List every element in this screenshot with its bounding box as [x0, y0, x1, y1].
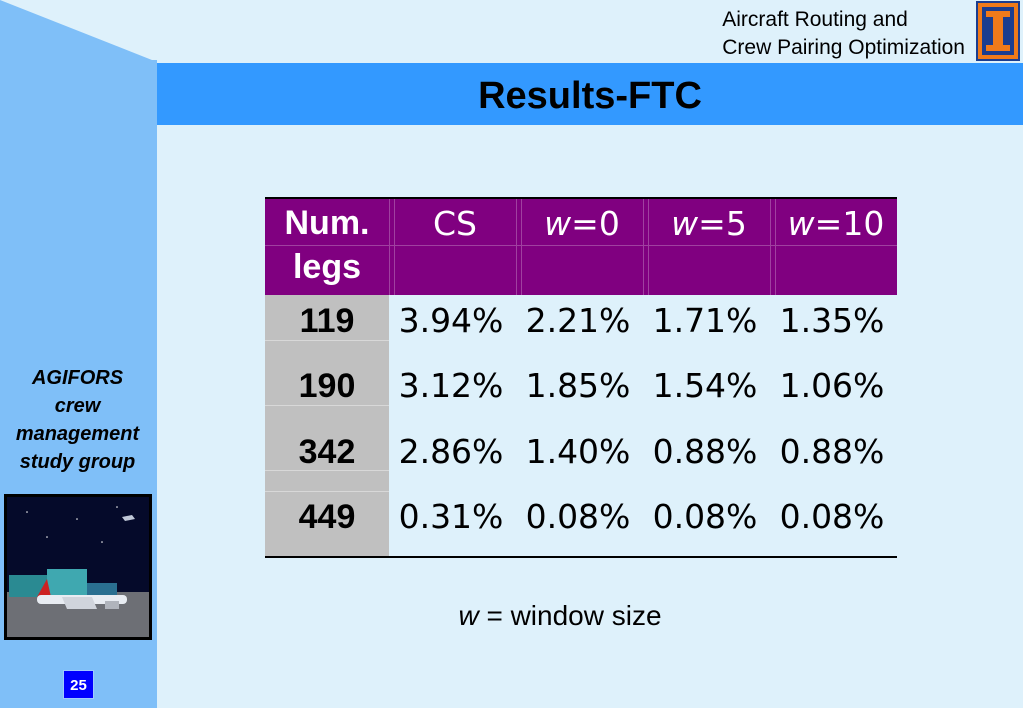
logo-emblem — [982, 7, 1014, 55]
table-cell-w0: 1.40% — [525, 432, 631, 471]
table-cell-w5: 1.54% — [652, 366, 758, 405]
group-label-line: AGIFORS — [31, 367, 124, 389]
header-w5: w=5 — [648, 199, 770, 249]
header-divider — [389, 197, 390, 295]
table-row-legs: 449 — [298, 498, 356, 536]
airport-night-image — [4, 494, 152, 640]
header-text: =5 — [698, 204, 747, 243]
header-w0: w=0 — [521, 199, 643, 249]
table-cell-w5: 1.71% — [652, 301, 758, 340]
footnote-text: = window size — [478, 600, 662, 631]
header-var: w — [787, 204, 815, 243]
header-text: CS — [433, 204, 477, 243]
header-divider — [770, 197, 771, 295]
results-table: Num. legs CS w=0 w=5 w=10 119 3.94% 2.21… — [265, 197, 897, 558]
header-var: w — [544, 204, 572, 243]
table-cell-w10: 0.88% — [779, 432, 885, 471]
header-cs: CS — [394, 199, 516, 249]
diagonal-decoration — [0, 0, 157, 62]
header-text: legs — [292, 248, 362, 286]
header-text: Num. — [284, 204, 370, 242]
table-cell-cs: 3.12% — [398, 366, 504, 405]
footnote: w = window size — [360, 600, 760, 632]
table-cell-w10: 1.35% — [779, 301, 885, 340]
table-cell-w10: 1.06% — [779, 366, 885, 405]
header-num-legs: Num. legs — [265, 201, 389, 289]
header-var: w — [671, 204, 699, 243]
header-divider — [516, 197, 517, 295]
table-cell-cs: 3.94% — [398, 301, 504, 340]
table-cell-w0: 1.85% — [525, 366, 631, 405]
header-line-1: Aircraft Routing and — [722, 8, 908, 31]
page-title: Results-FTC — [478, 75, 702, 117]
header-text: =0 — [571, 204, 620, 243]
table-row-legs: 119 — [299, 302, 355, 340]
column-icon — [986, 11, 1010, 51]
page-number-badge: 25 — [63, 670, 94, 699]
header-line-2: Crew Pairing Optimization — [722, 36, 965, 59]
group-label-line: management — [15, 423, 140, 445]
table-cell-w5: 0.08% — [652, 497, 758, 536]
table-cell-cs: 0.31% — [398, 497, 504, 536]
table-cell-w0: 2.21% — [525, 301, 631, 340]
footnote-var: w — [458, 600, 479, 631]
table-cell-w0: 0.08% — [525, 497, 631, 536]
table-cell-w5: 0.88% — [652, 432, 758, 471]
table-row-legs: 342 — [298, 433, 356, 471]
header-divider — [643, 197, 644, 295]
university-logo — [976, 1, 1020, 61]
slide-header: Aircraft Routing and Crew Pairing Optimi… — [722, 6, 965, 62]
table-cell-w10: 0.08% — [779, 497, 885, 536]
table-cell-cs: 2.86% — [398, 432, 504, 471]
group-label-line: study group — [19, 451, 136, 473]
header-w10: w=10 — [775, 199, 897, 249]
group-label-line: crew — [54, 395, 101, 417]
group-label: AGIFORS crew management study group — [0, 364, 155, 476]
table-row-legs: 190 — [298, 367, 356, 405]
header-text: =10 — [814, 204, 885, 243]
table-bottom-rule — [265, 556, 897, 558]
